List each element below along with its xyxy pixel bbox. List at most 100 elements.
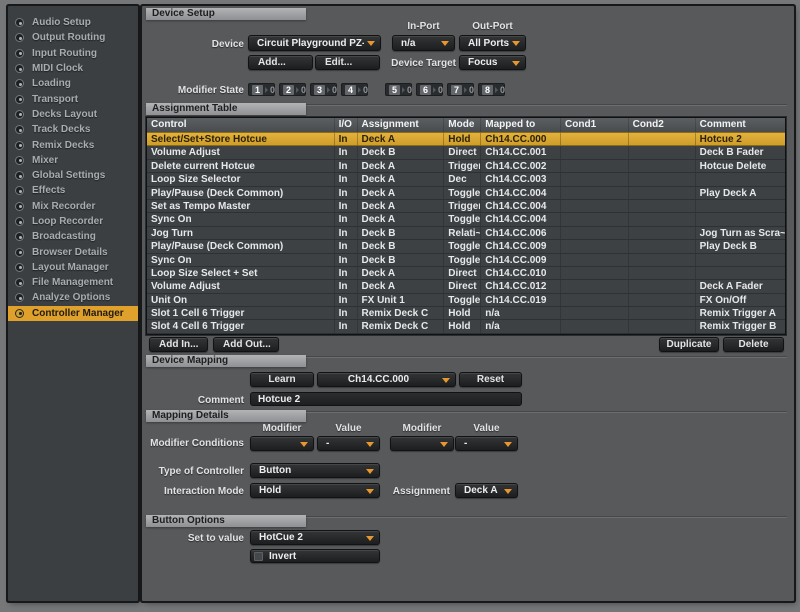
- add-in-button[interactable]: Add In...: [149, 337, 208, 352]
- set-to-value-select[interactable]: HotCue 2: [250, 530, 380, 545]
- assignment-select[interactable]: Deck A: [455, 483, 518, 498]
- sidebar-item-mix-recorder[interactable]: Mix Recorder: [8, 199, 138, 214]
- cell-io: In: [335, 187, 358, 199]
- cell-comment: [696, 254, 785, 266]
- device-target-select[interactable]: Focus: [459, 55, 526, 70]
- column-header-cond1[interactable]: Cond1: [561, 118, 629, 132]
- radio-icon: [15, 309, 24, 318]
- condition-column-label: Modifier: [390, 423, 454, 434]
- modifier-condition-select-3[interactable]: [390, 436, 454, 451]
- sidebar-item-track-decks[interactable]: Track Decks: [8, 122, 138, 137]
- cell-comment: [696, 267, 785, 279]
- modifier-state-7[interactable]: 70: [447, 83, 474, 96]
- sidebar-item-label: Layout Manager: [32, 262, 109, 273]
- sidebar-item-remix-decks[interactable]: Remix Decks: [8, 137, 138, 152]
- sidebar-item-input-routing[interactable]: Input Routing: [8, 46, 138, 61]
- modifier-condition-select-1[interactable]: [250, 436, 314, 451]
- assignment-row[interactable]: Jog TurnInDeck BRelati~Ch14.CC.006Jog Tu…: [147, 227, 785, 240]
- type-of-controller-select[interactable]: Button: [250, 463, 380, 478]
- assignment-row[interactable]: Sync OnInDeck AToggleCh14.CC.004: [147, 213, 785, 226]
- out-port-select-value: All Ports: [468, 36, 509, 50]
- cell-mode: Trigger: [444, 200, 481, 212]
- duplicate-button[interactable]: Duplicate: [659, 337, 719, 352]
- interaction-mode-select[interactable]: Hold: [250, 483, 380, 498]
- modifier-condition-select-4[interactable]: -: [455, 436, 518, 451]
- assignment-row[interactable]: Unit OnInFX Unit 1ToggleCh14.CC.019FX On…: [147, 294, 785, 307]
- edit-device-button[interactable]: Edit...: [315, 55, 380, 70]
- invert-checkbox[interactable]: [254, 552, 263, 561]
- assignment-row[interactable]: Sync OnInDeck BToggleCh14.CC.009: [147, 254, 785, 267]
- sidebar-item-label: Loading: [32, 78, 71, 89]
- sidebar-item-transport[interactable]: Transport: [8, 91, 138, 106]
- mapped-event-select[interactable]: Ch14.CC.000: [317, 372, 456, 387]
- modifier-condition-select-2[interactable]: -: [317, 436, 380, 451]
- sidebar-item-decks-layout[interactable]: Decks Layout: [8, 107, 138, 122]
- modifier-number: 5: [389, 85, 400, 95]
- comment-input[interactable]: [250, 392, 522, 406]
- modifier-state-4[interactable]: 40: [341, 83, 368, 96]
- invert-checkbox-row[interactable]: Invert: [250, 549, 380, 563]
- assignment-row[interactable]: Set as Tempo MasterInDeck ATriggerCh14.C…: [147, 200, 785, 213]
- modifier-state-badges: 10 20 30 40 50 60 70 80: [248, 83, 505, 96]
- assignment-row[interactable]: Delete current HotcueInDeck ATriggerCh14…: [147, 160, 785, 173]
- delete-button[interactable]: Delete: [723, 337, 784, 352]
- modifier-state-3[interactable]: 30: [310, 83, 337, 96]
- cell-cond1: [561, 307, 629, 319]
- cell-comment: Hotcue Delete: [696, 160, 785, 172]
- column-header-cond2[interactable]: Cond2: [629, 118, 696, 132]
- add-device-button[interactable]: Add...: [248, 55, 313, 70]
- sidebar-item-loop-recorder[interactable]: Loop Recorder: [8, 214, 138, 229]
- modifier-state-8[interactable]: 80: [478, 83, 505, 96]
- dropdown-arrow-icon: [512, 61, 520, 66]
- assignment-row[interactable]: Volume AdjustInDeck BDirectCh14.CC.001De…: [147, 146, 785, 159]
- cell-mapped-to: Ch14.CC.002: [481, 160, 561, 172]
- column-header-comment[interactable]: Comment: [696, 118, 785, 132]
- in-port-select-value: n/a: [401, 36, 438, 50]
- sidebar-item-output-routing[interactable]: Output Routing: [8, 30, 138, 45]
- condition-column-label: Value: [455, 423, 518, 434]
- assignment-row[interactable]: Volume AdjustInDeck ADirectCh14.CC.012De…: [147, 280, 785, 293]
- assignment-row[interactable]: Loop Size SelectorInDeck ADecCh14.CC.003: [147, 173, 785, 186]
- learn-button[interactable]: Learn: [250, 372, 314, 387]
- in-port-select[interactable]: n/a: [392, 35, 455, 51]
- cell-cond2: [629, 240, 696, 252]
- sidebar-item-browser-details[interactable]: Browser Details: [8, 244, 138, 259]
- add-out-button[interactable]: Add Out...: [213, 337, 279, 352]
- sidebar-item-loading[interactable]: Loading: [8, 76, 138, 91]
- sidebar-item-audio-setup[interactable]: Audio Setup: [8, 15, 138, 30]
- cell-cond2: [629, 146, 696, 158]
- sidebar-item-layout-manager[interactable]: Layout Manager: [8, 260, 138, 275]
- sidebar-item-mixer[interactable]: Mixer: [8, 153, 138, 168]
- out-port-select[interactable]: All Ports: [459, 35, 526, 51]
- column-header-mode[interactable]: Mode: [444, 118, 481, 132]
- assignment-row[interactable]: Play/Pause (Deck Common)InDeck AToggleCh…: [147, 187, 785, 200]
- assignment-row[interactable]: Slot 4 Cell 6 TriggerInRemix Deck CHoldn…: [147, 320, 785, 333]
- cell-cond1: [561, 240, 629, 252]
- cell-mode: Toggle: [444, 254, 481, 266]
- sidebar-item-effects[interactable]: Effects: [8, 183, 138, 198]
- modifier-state-1[interactable]: 10: [248, 83, 275, 96]
- sidebar-item-global-settings[interactable]: Global Settings: [8, 168, 138, 183]
- dropdown-arrow-icon: [512, 41, 520, 46]
- reset-button[interactable]: Reset: [459, 372, 522, 387]
- column-header-control[interactable]: Control: [147, 118, 335, 132]
- column-header-assignment[interactable]: Assignment: [358, 118, 445, 132]
- assignment-row[interactable]: Select/Set+Store HotcueInDeck AHoldCh14.…: [147, 132, 785, 146]
- modifier-condition-value: [399, 437, 437, 450]
- sidebar-item-broadcasting[interactable]: Broadcasting: [8, 229, 138, 244]
- assignment-row[interactable]: Loop Size Select + SetInDeck ADirectCh14…: [147, 267, 785, 280]
- modifier-state-2[interactable]: 20: [279, 83, 306, 96]
- sidebar-item-analyze-options[interactable]: Analyze Options: [8, 290, 138, 305]
- sidebar-item-label: Audio Setup: [32, 17, 91, 28]
- dropdown-arrow-icon: [300, 442, 308, 447]
- modifier-state-6[interactable]: 60: [416, 83, 443, 96]
- sidebar-item-midi-clock[interactable]: MIDI Clock: [8, 61, 138, 76]
- sidebar-item-controller-manager[interactable]: Controller Manager: [8, 306, 138, 321]
- column-header-mapped-to[interactable]: Mapped to: [481, 118, 561, 132]
- column-header-io[interactable]: I/O: [335, 118, 358, 132]
- sidebar-item-file-management[interactable]: File Management: [8, 275, 138, 290]
- assignment-row[interactable]: Slot 1 Cell 6 TriggerInRemix Deck CHoldn…: [147, 307, 785, 320]
- assignment-row[interactable]: Play/Pause (Deck Common)InDeck BToggleCh…: [147, 240, 785, 253]
- device-select[interactable]: Circuit Playground PZ-1: [248, 35, 381, 51]
- modifier-state-5[interactable]: 50: [385, 83, 412, 96]
